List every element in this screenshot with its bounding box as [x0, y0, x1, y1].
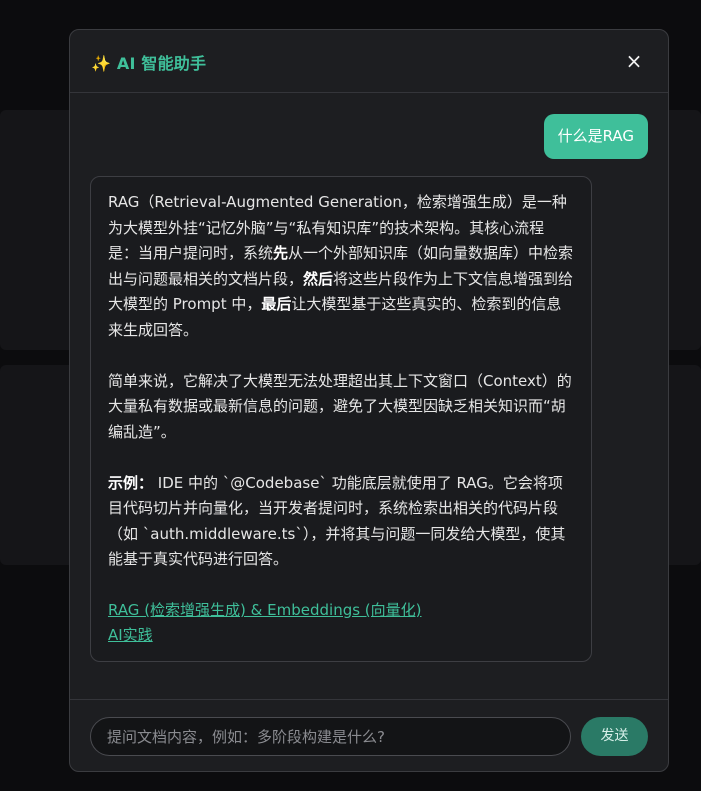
reference-link-ai-practice[interactable]: AI实践	[108, 623, 574, 648]
example-text: IDE 中的 `@Codebase` 功能底层就使用了 RAG。它会将项目代码切…	[108, 473, 566, 569]
send-button[interactable]: 发送	[581, 717, 648, 756]
close-button[interactable]: ×	[622, 49, 646, 73]
user-message-bubble: 什么是RAG	[543, 114, 648, 159]
question-input[interactable]	[90, 717, 571, 756]
modal-title: ✨ AI 智能助手	[91, 54, 207, 73]
answer-paragraph-definition: RAG（Retrieval-Augmented Generation，检索增强生…	[108, 190, 574, 343]
modal-header: ✨ AI 智能助手 ×	[70, 30, 668, 93]
answer-paragraph-summary: 简单来说，它解决了大模型无法处理超出其上下文窗口（Context）的大量私有数据…	[108, 371, 572, 441]
reference-link-rag[interactable]: RAG (检索增强生成) & Embeddings (向量化)	[108, 598, 574, 623]
chat-messages: 什么是RAG RAG（Retrieval-Augmented Generatio…	[70, 94, 668, 699]
answer-emphasis: 先	[273, 244, 289, 262]
ai-assistant-modal: ✨ AI 智能助手 × 什么是RAG RAG（Retrieval-Augment…	[69, 29, 669, 772]
chat-input-bar: 发送	[70, 699, 668, 771]
answer-emphasis: 然后	[303, 269, 334, 288]
answer-paragraph-example: 示例： IDE 中的 `@Codebase` 功能底层就使用了 RAG。它会将项…	[108, 471, 574, 573]
example-label: 示例：	[108, 473, 154, 492]
assistant-message-bubble: RAG（Retrieval-Augmented Generation，检索增强生…	[90, 176, 592, 662]
answer-emphasis: 最后	[261, 295, 292, 313]
